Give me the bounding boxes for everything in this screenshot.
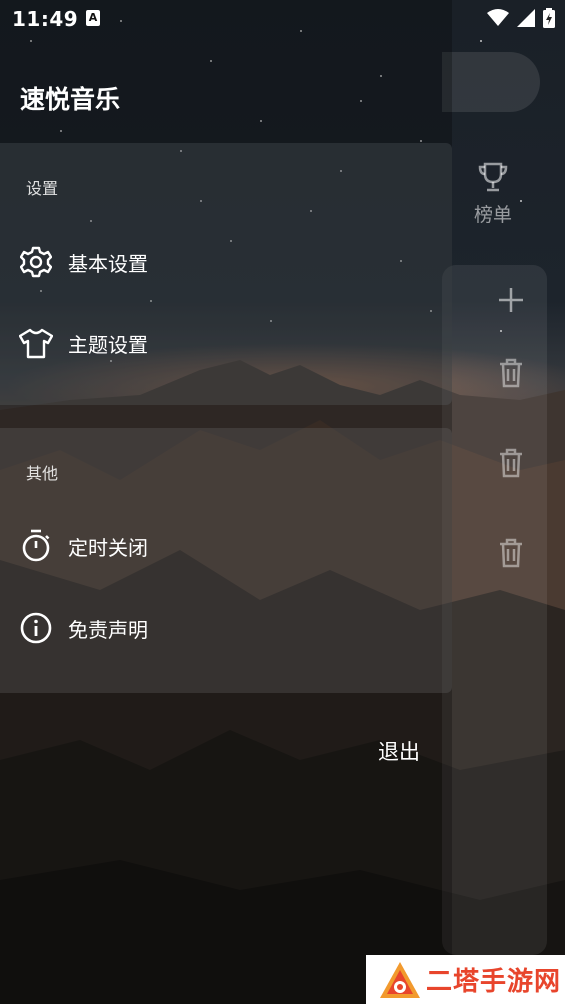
notification-badge: A xyxy=(86,10,100,26)
info-icon xyxy=(19,611,53,645)
wifi-icon xyxy=(487,9,509,26)
signal-icon xyxy=(517,9,535,27)
tab-rank-label: 榜单 xyxy=(473,204,512,226)
menu-item-label: 定时关闭 xyxy=(68,535,148,560)
status-bar: 11:49 A xyxy=(0,0,565,36)
trash-icon[interactable] xyxy=(498,448,524,478)
menu-item-label: 基本设置 xyxy=(68,251,148,276)
search-bar[interactable] xyxy=(442,52,540,112)
main-page: 榜单 xyxy=(442,0,565,1004)
watermark-text: 二塔手游网 xyxy=(426,967,562,997)
exit-button[interactable]: 退出 xyxy=(378,736,420,766)
trash-icon[interactable] xyxy=(498,538,524,568)
other-section: 其他 定时关闭 免责声明 xyxy=(0,428,452,693)
menu-item-sleep-timer[interactable]: 定时关闭 xyxy=(0,516,452,576)
menu-item-label: 免责声明 xyxy=(68,617,148,642)
battery-charging-icon xyxy=(543,8,555,28)
tshirt-icon xyxy=(19,326,53,360)
site-watermark: 二塔手游网 xyxy=(366,955,565,1004)
trash-icon[interactable] xyxy=(498,358,524,388)
tab-rank[interactable]: 榜单 xyxy=(468,160,518,227)
menu-item-disclaimer[interactable]: 免责声明 xyxy=(0,598,452,658)
playlist-card xyxy=(442,265,547,955)
status-icons xyxy=(487,8,555,28)
section-header-settings: 设置 xyxy=(26,179,59,198)
menu-item-basic-settings[interactable]: 基本设置 xyxy=(0,232,452,292)
app-title: 速悦音乐 xyxy=(20,85,121,114)
timer-icon xyxy=(19,529,53,563)
menu-item-theme-settings[interactable]: 主题设置 xyxy=(0,313,452,373)
watermark-logo xyxy=(380,961,420,998)
trophy-icon xyxy=(478,162,508,192)
gear-icon xyxy=(19,245,53,279)
status-time: 11:49 xyxy=(12,7,79,31)
navigation-drawer: 速悦音乐 设置 基本设置 主题设置 其他 定时关闭 免责声明 退出 xyxy=(0,0,452,1004)
plus-icon[interactable] xyxy=(496,285,526,315)
menu-item-label: 主题设置 xyxy=(68,332,148,357)
section-header-other: 其他 xyxy=(26,464,59,483)
settings-section: 设置 基本设置 主题设置 xyxy=(0,143,452,405)
